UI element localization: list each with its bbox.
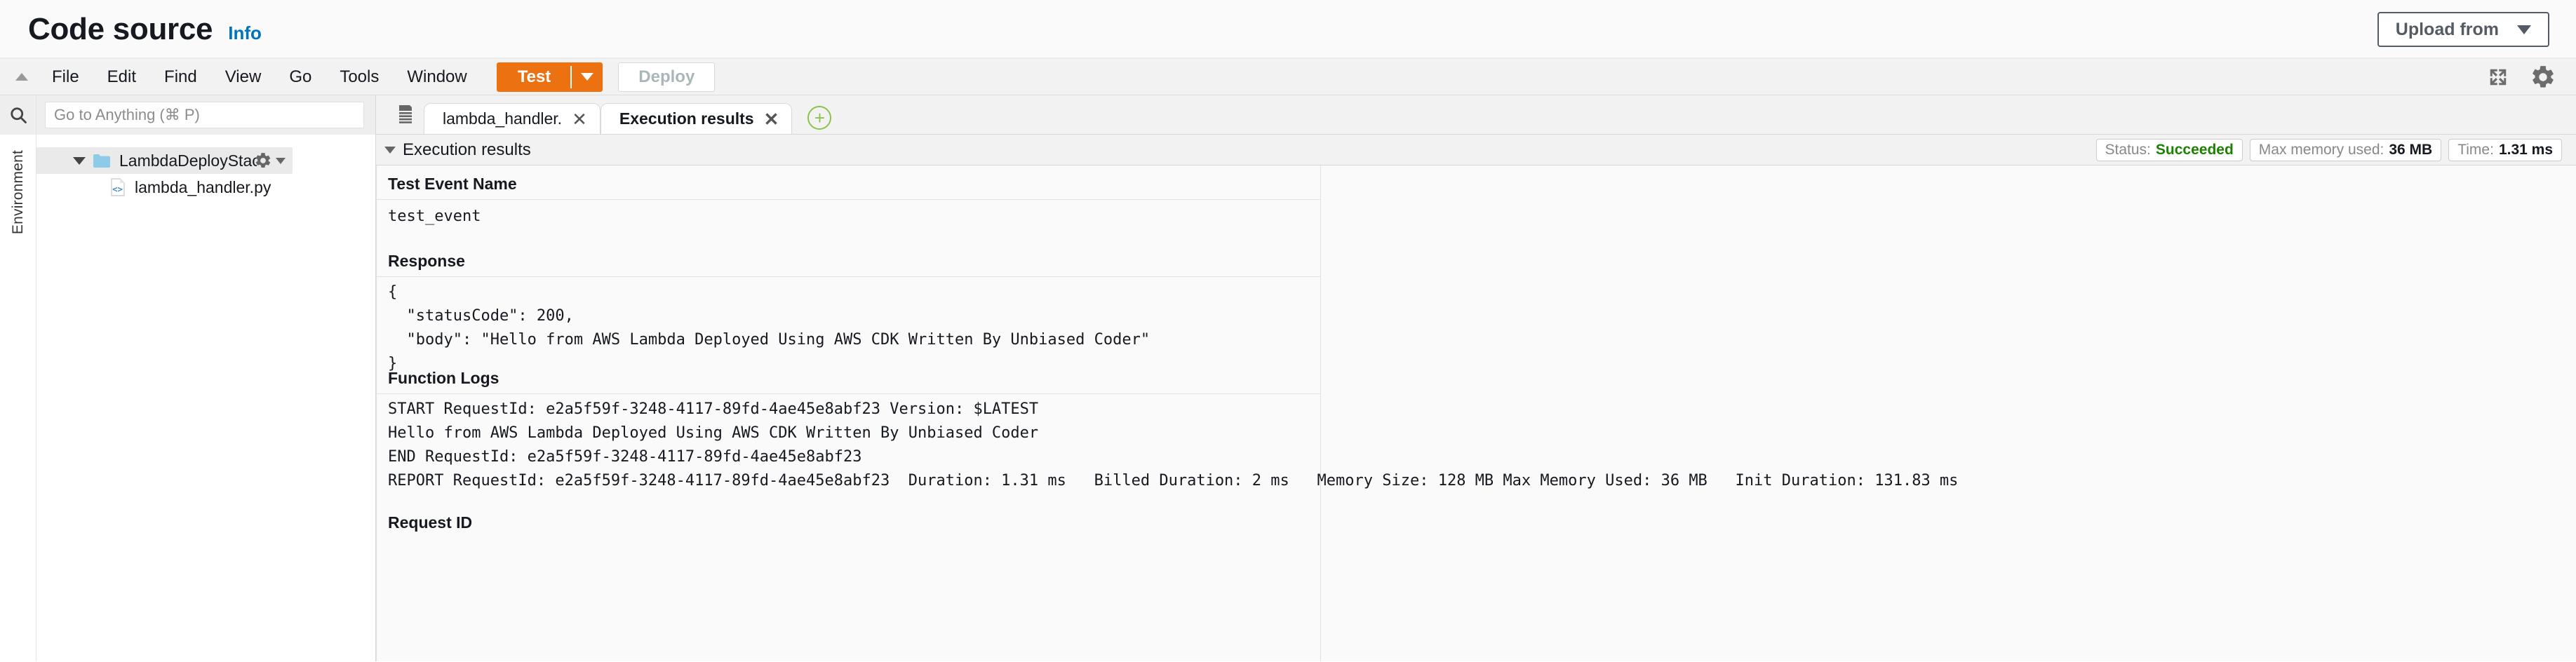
chevron-down-icon[interactable] (384, 146, 396, 154)
environment-panel-label: Environment (9, 150, 26, 235)
menu-item-view[interactable]: View (211, 59, 276, 95)
tab-label: Execution results (619, 109, 754, 128)
menu-bar: File Edit Find View Go Tools Window Test… (0, 59, 2576, 95)
function-logs-section: Function Logs (388, 369, 2576, 387)
chevron-down-icon (276, 157, 286, 164)
menu-item-window[interactable]: Window (393, 59, 481, 95)
menu-item-tools[interactable]: Tools (326, 59, 393, 95)
menu-bar-actions (2488, 64, 2576, 90)
test-event-name-section: Test Event Name (388, 175, 2576, 193)
execution-results-title: Execution results (403, 140, 531, 159)
section-divider (377, 393, 1321, 394)
new-tab-button[interactable]: + (807, 106, 832, 130)
search-input[interactable] (45, 102, 364, 128)
workspace-body: Environment LambdaDeployStac (0, 95, 2576, 661)
status-badge: Status: Succeeded (2095, 138, 2243, 161)
info-link[interactable]: Info (228, 24, 262, 42)
test-button-group: Test (496, 62, 603, 92)
execution-results-body[interactable]: Test Event Name test_event Response { "s… (376, 166, 2576, 661)
file-tree: LambdaDeployStac <> lambda_handler.py (36, 135, 375, 201)
tree-item-file[interactable]: <> lambda_handler.py (36, 174, 375, 201)
section-title: Response (388, 252, 465, 270)
status-badge-label: Status: (2105, 141, 2151, 158)
max-memory-badge: Max memory used: 36 MB (2249, 138, 2442, 161)
max-memory-badge-label: Max memory used: (2258, 141, 2384, 158)
tree-file-label: lambda_handler.py (135, 177, 271, 196)
svg-text:<>: <> (112, 184, 122, 194)
test-dropdown-button[interactable] (572, 62, 603, 92)
chevron-down-icon[interactable] (73, 156, 86, 165)
menu-item-find[interactable]: Find (150, 59, 211, 95)
request-id-section: Request ID (388, 513, 2576, 532)
test-event-name-value: test_event (388, 205, 2576, 229)
execution-results-header: Execution results Status: Succeeded Max … (376, 135, 2576, 166)
response-body: { "statusCode": 200, "body": "Hello from… (388, 281, 2576, 376)
section-body: test_event (388, 208, 481, 225)
folder-icon (93, 153, 111, 168)
editor-main-area: lambda_handler. ✕ Execution results ✕ + … (376, 95, 2576, 661)
tab-label: lambda_handler. (443, 109, 563, 128)
time-badge-label: Time: (2457, 141, 2494, 158)
section-title: Test Event Name (388, 175, 517, 193)
function-logs-body: START RequestId: e2a5f59f-3248-4117-89fd… (388, 398, 2576, 493)
section-divider (377, 276, 1321, 277)
collapse-panel-icon[interactable] (6, 73, 38, 81)
section-divider (377, 199, 1321, 200)
menu-item-edit[interactable]: Edit (93, 59, 150, 95)
section-body: START RequestId: e2a5f59f-3248-4117-89fd… (388, 400, 1959, 489)
tree-folder-label: LambdaDeployStac (119, 151, 257, 170)
deploy-button[interactable]: Deploy (618, 62, 716, 92)
section-body: { "statusCode": 200, "body": "Hello from… (388, 283, 1151, 372)
page-header: Code source Info Upload from (0, 0, 2576, 59)
plus-icon: + (814, 107, 825, 128)
chevron-down-icon (2517, 25, 2531, 34)
close-icon[interactable]: ✕ (572, 110, 587, 128)
go-to-anything-bar (36, 95, 375, 135)
time-badge: Time: 1.31 ms (2448, 138, 2562, 161)
folder-settings-menu[interactable] (254, 151, 286, 170)
menu-item-go[interactable]: Go (275, 59, 326, 95)
gear-icon[interactable] (2530, 64, 2556, 90)
code-file-icon: <> (109, 178, 126, 196)
tab-lambda-handler[interactable]: lambda_handler. ✕ (424, 103, 601, 134)
section-title: Request ID (388, 513, 473, 532)
gear-icon (255, 153, 271, 168)
page-title: Code source (28, 12, 213, 46)
execution-status-badges: Status: Succeeded Max memory used: 36 MB… (2095, 138, 2562, 161)
chevron-down-icon (581, 73, 594, 81)
deploy-button-label: Deploy (638, 67, 695, 86)
expand-icon[interactable] (2488, 67, 2509, 88)
header-title-group: Code source Info (28, 14, 262, 45)
left-rail: Environment (0, 95, 36, 661)
test-button[interactable]: Test (496, 62, 572, 92)
tab-list-icon[interactable] (387, 95, 424, 134)
close-icon[interactable]: ✕ (764, 110, 779, 128)
upload-from-label: Upload from (2395, 19, 2499, 39)
menu-item-file[interactable]: File (38, 59, 93, 95)
test-button-label: Test (517, 67, 551, 86)
tab-strip: lambda_handler. ✕ Execution results ✕ + (376, 95, 2576, 135)
response-section: Response (388, 252, 2576, 270)
tab-execution-results[interactable]: Execution results ✕ (600, 103, 793, 134)
section-title: Function Logs (388, 369, 499, 387)
upload-from-button[interactable]: Upload from (2377, 12, 2549, 47)
environment-tree-panel: LambdaDeployStac <> lambda_handler.p (36, 95, 376, 661)
search-icon[interactable] (0, 95, 36, 135)
time-badge-value: 1.31 ms (2498, 141, 2553, 158)
tree-item-folder[interactable]: LambdaDeployStac (36, 147, 293, 174)
status-badge-value: Succeeded (2155, 141, 2234, 158)
max-memory-badge-value: 36 MB (2389, 141, 2433, 158)
